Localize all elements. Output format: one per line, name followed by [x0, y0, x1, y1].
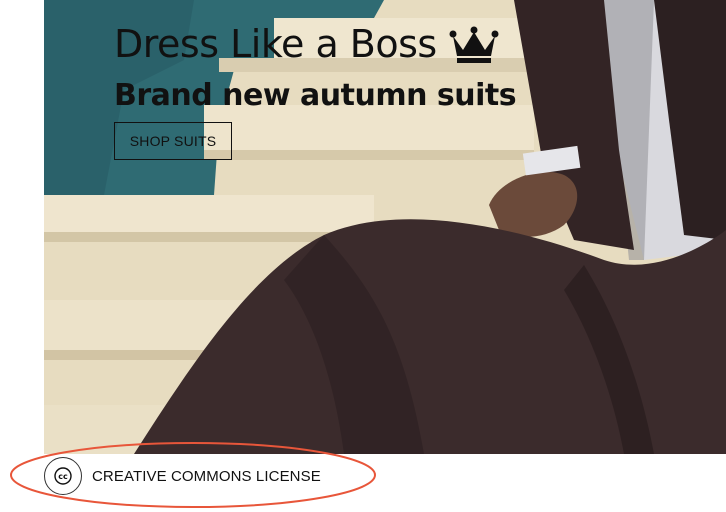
license-link[interactable]: cc CREATIVE COMMONS LICENSE — [44, 456, 321, 496]
hero-photo — [44, 0, 726, 454]
hero-headline: Dress Like a Boss — [114, 22, 499, 66]
shop-suits-button[interactable]: SHOP SUITS — [114, 122, 232, 160]
hero-subheadline: Brand new autumn suits — [114, 78, 517, 113]
hero-banner: Dress Like a Boss Brand new autumn suits… — [44, 0, 726, 454]
headline-text: Dress Like a Boss — [114, 22, 437, 66]
license-label: CREATIVE COMMONS LICENSE — [92, 467, 321, 485]
crown-icon — [449, 24, 499, 64]
svg-text:cc: cc — [58, 472, 68, 481]
creative-commons-icon: cc — [44, 457, 82, 495]
